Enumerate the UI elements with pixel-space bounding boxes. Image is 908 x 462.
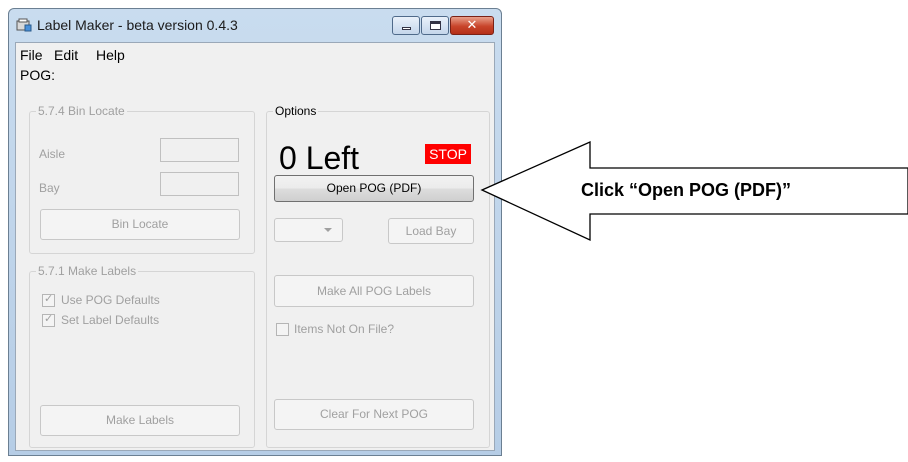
bay-label: Bay [39,181,60,195]
label-maker-window: Label Maker - beta version 0.4.3 ✕ File … [8,8,502,456]
maximize-button[interactable] [421,16,449,35]
set-label-defaults-checkbox[interactable]: ✓ [42,312,55,327]
menu-help[interactable]: Help [96,47,125,63]
minimize-button[interactable] [392,16,420,35]
client-area: File Edit Help POG: 5.7.4 Bin Locate Ais… [15,42,495,451]
pog-label: POG: [20,67,56,83]
close-button[interactable]: ✕ [450,16,494,35]
make-labels-button[interactable]: Make Labels [40,405,240,436]
set-label-defaults-label: Set Label Defaults [61,313,160,327]
app-icon [16,18,32,32]
options-group: Options 0 Left STOP Open POG (PDF) Load … [266,104,490,448]
make-labels-group: 5.7.1 Make Labels ✓ Use POG Defaults ✓ S… [29,264,255,448]
chevron-down-icon [324,228,332,232]
maximize-icon [430,21,441,30]
aisle-input[interactable] [160,138,239,162]
load-bay-button[interactable]: Load Bay [388,218,474,244]
title-bar[interactable]: Label Maker - beta version 0.4.3 ✕ [9,9,501,42]
make-labels-group-title: 5.7.1 Make Labels [36,264,139,278]
bin-locate-button[interactable]: Bin Locate [40,209,240,240]
bay-input[interactable] [160,172,239,196]
items-not-on-file-checkbox[interactable] [276,323,289,336]
use-pog-defaults-label: Use POG Defaults [61,293,160,307]
menu-edit[interactable]: Edit [54,47,78,63]
aisle-label: Aisle [39,147,66,161]
bay-dropdown[interactable] [274,218,343,242]
options-group-title: Options [273,104,319,118]
callout-text: Click “Open POG (PDF)” [581,180,792,200]
clear-for-next-pog-button[interactable]: Clear For Next POG [274,399,474,430]
make-all-pog-labels-button[interactable]: Make All POG Labels [274,275,474,307]
open-pog-button[interactable]: Open POG (PDF) [274,175,474,202]
bin-locate-group: 5.7.4 Bin Locate Aisle Bay Bin Locate [29,104,255,254]
left-count: 0 Left [279,140,360,176]
checkmark-icon: ✓ [44,292,54,305]
checkmark-icon: ✓ [44,312,54,325]
bin-locate-group-title: 5.7.4 Bin Locate [36,104,127,118]
menu-bar: File Edit Help [16,43,494,65]
items-not-on-file-label: Items Not On File? [294,322,395,336]
stop-indicator: STOP [425,144,471,164]
menu-file[interactable]: File [20,47,43,63]
close-icon: ✕ [466,18,478,33]
window-title: Label Maker - beta version 0.4.3 [37,17,238,33]
minimize-icon [402,27,411,30]
use-pog-defaults-checkbox[interactable]: ✓ [42,292,55,307]
